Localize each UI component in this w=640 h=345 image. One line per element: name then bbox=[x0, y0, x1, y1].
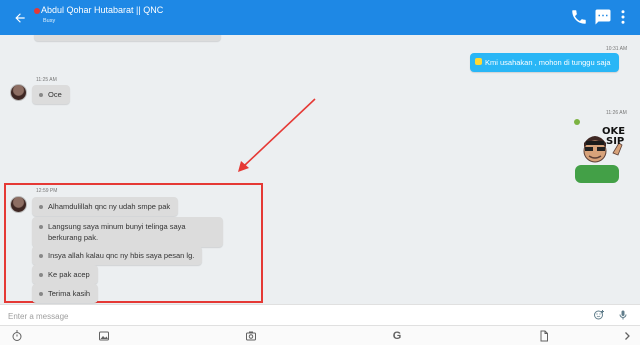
bullet-icon bbox=[39, 273, 43, 277]
incoming-message-bubble[interactable]: Langsung saya minum bunyi telinga saya b… bbox=[32, 217, 223, 247]
app-bar: Abdul Qohar Hutabarat || QNC Busy bbox=[0, 0, 640, 35]
incoming-message-bubble[interactable]: Insya allah kalau qnc ny hbis saya pesan… bbox=[32, 246, 203, 265]
message-input[interactable] bbox=[8, 309, 578, 323]
more-vert-icon[interactable] bbox=[614, 8, 632, 26]
emoji-icon bbox=[475, 58, 482, 65]
contact-status: Busy bbox=[43, 18, 56, 24]
message-text: Oce bbox=[48, 90, 62, 99]
timestamp: 11:25 AM bbox=[36, 77, 57, 83]
message-text: Kmi usahakan , mohon di tunggu saja bbox=[485, 58, 611, 67]
incoming-message-bubble[interactable]: Ke pak acep bbox=[32, 265, 98, 284]
busy-status-icon bbox=[34, 8, 40, 14]
emoji-add-icon[interactable] bbox=[592, 308, 606, 322]
message-text: Terima kasih bbox=[48, 289, 91, 298]
timestamp: 12:59 PM bbox=[36, 188, 58, 194]
message-text: Insya allah kalau qnc ny hbis saya pesan… bbox=[48, 251, 195, 260]
timestamp: 11:26 AM bbox=[606, 110, 627, 116]
phone-icon[interactable] bbox=[570, 8, 588, 26]
google-icon[interactable]: G bbox=[390, 329, 404, 343]
message-text: Langsung saya minum bunyi telinga saya b… bbox=[48, 222, 186, 242]
incoming-message-bubble[interactable]: Alhamdulillah qnc ny udah smpe pak bbox=[32, 197, 179, 216]
bullet-icon bbox=[39, 225, 43, 229]
camera-icon[interactable] bbox=[244, 329, 258, 343]
conversation-area[interactable]: · · · 10:31 AM Kmi usahakan , mohon di t… bbox=[0, 35, 640, 304]
outgoing-message-bubble[interactable]: Kmi usahakan , mohon di tunggu saja bbox=[470, 53, 619, 72]
sticker-text-line2: SIP bbox=[606, 136, 624, 147]
clipped-message-text: · · · bbox=[50, 35, 59, 37]
message-composer bbox=[0, 304, 640, 325]
bullet-icon bbox=[39, 205, 43, 209]
bullet-icon bbox=[39, 254, 43, 258]
avatar[interactable] bbox=[10, 196, 27, 213]
incoming-message-bubble[interactable]: Oce bbox=[32, 85, 70, 104]
avatar[interactable] bbox=[10, 84, 27, 101]
back-arrow-icon[interactable] bbox=[10, 8, 30, 28]
oke-sip-sticker[interactable]: OKE SIP bbox=[573, 125, 631, 183]
contact-name[interactable]: Abdul Qohar Hutabarat || QNC bbox=[41, 5, 163, 15]
attachment-toolbar: G bbox=[0, 325, 640, 345]
bullet-icon bbox=[39, 93, 43, 97]
timestamp: 10:31 AM bbox=[606, 46, 628, 52]
message-text: Ke pak acep bbox=[48, 270, 90, 279]
timer-icon[interactable] bbox=[10, 329, 24, 343]
microphone-icon[interactable] bbox=[616, 308, 630, 322]
file-icon[interactable] bbox=[537, 329, 551, 343]
message-text: Alhamdulillah qnc ny udah smpe pak bbox=[48, 202, 171, 211]
chevron-right-icon[interactable] bbox=[620, 329, 634, 343]
image-icon[interactable] bbox=[97, 329, 111, 343]
clipped-message-bubble[interactable]: · · · bbox=[34, 35, 221, 41]
incoming-message-bubble[interactable]: Terima kasih bbox=[32, 284, 99, 303]
bullet-icon bbox=[39, 292, 43, 296]
chat-menu-icon[interactable] bbox=[594, 8, 612, 26]
